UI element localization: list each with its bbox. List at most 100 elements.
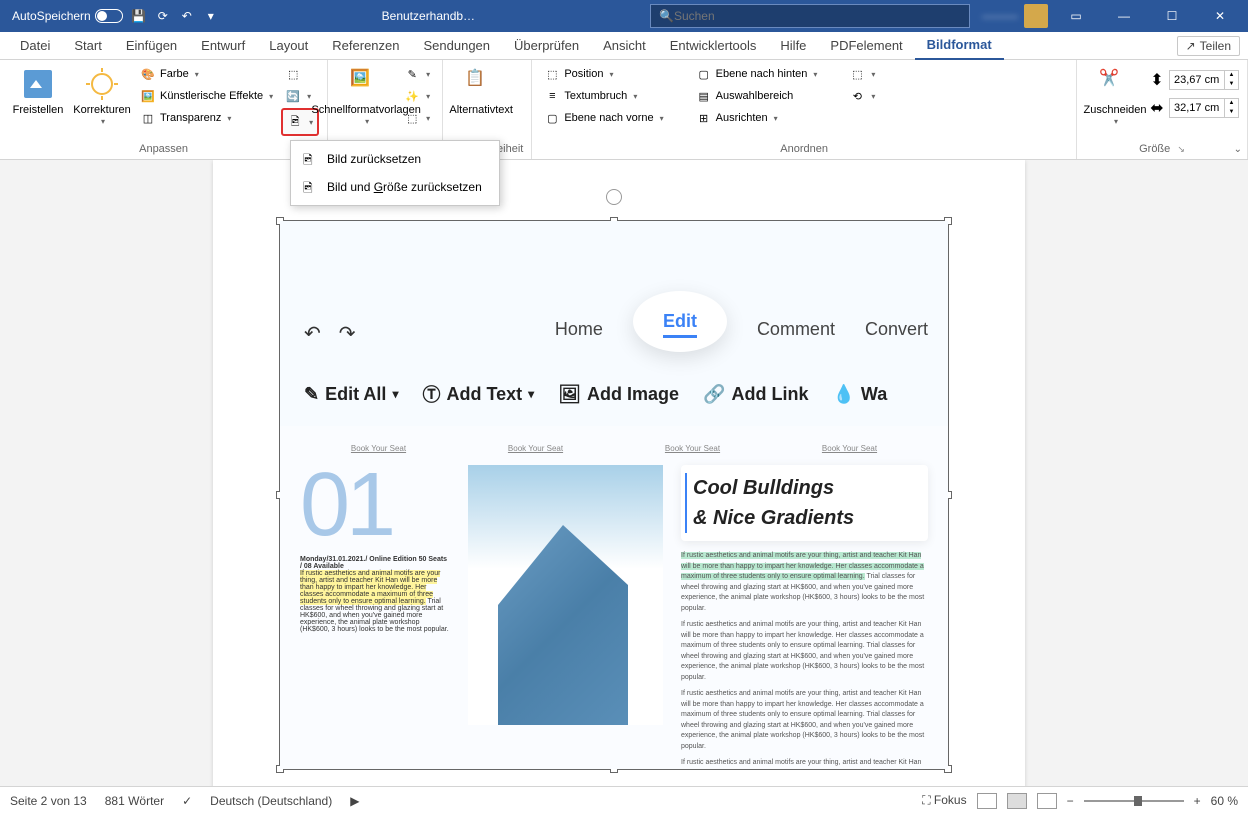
transparenz-button[interactable]: ◫Transparenz [136,108,277,128]
group-groesse-label: Größe [1139,143,1170,155]
save-icon[interactable]: 💾 [131,8,147,24]
reset-picture-icon: 🖻 [287,114,303,130]
height-value: 23,67 cm [1170,74,1224,86]
group-button[interactable]: ⬚ [845,64,879,84]
menu-item2-label: Bild und Größe zurücksetzen [327,180,482,194]
height-down[interactable]: ▼ [1225,80,1238,89]
textumbruch-button[interactable]: ≡Textumbruch [540,86,667,106]
position-label: Position [564,68,603,80]
position-button[interactable]: ⬚ Position [540,64,667,84]
rotate-handle[interactable] [606,189,622,205]
tab-ansicht[interactable]: Ansicht [591,32,658,60]
width-input[interactable]: 32,17 cm▲▼ [1169,98,1239,118]
statusbar: Seite 2 von 13 881 Wörter ✓ Deutsch (Deu… [0,786,1248,814]
ribbon-display-icon[interactable]: ▭ [1056,2,1096,30]
freistellen-button[interactable]: Freistellen [8,64,68,121]
compress-button[interactable]: ⬚ [281,64,319,84]
reset-picture-menu: 🖻 Bild zurücksetzen 🖻 Bild und Größe zur… [290,140,500,206]
zoom-value[interactable]: 60 % [1211,794,1238,808]
tab-referenzen[interactable]: Referenzen [320,32,411,60]
effekte-button[interactable]: 🖼️Künstlerische Effekte [136,86,277,106]
close-icon[interactable]: ✕ [1200,2,1240,30]
height-input[interactable]: 23,67 cm▲▼ [1169,70,1239,90]
picture-border-button[interactable]: ✎ [400,64,434,84]
content-col1: 01 Monday/31.01.2021./ Online Edition 50… [300,465,450,769]
sync-icon[interactable]: ⟳ [155,8,171,24]
view-print-button[interactable] [1007,793,1027,809]
height-up[interactable]: ▲ [1225,71,1238,80]
alttext-icon: 📋 [465,68,497,100]
groesse-launcher[interactable]: ↘ [1173,144,1185,154]
bring-forward-icon: ▢ [544,110,560,126]
search-box[interactable]: 🔍 [650,4,970,28]
tab-bildformat[interactable]: Bildformat [915,32,1004,60]
rotate-icon: ⟲ [849,88,865,104]
ebene-hinten-button[interactable]: ▢Ebene nach hinten [692,64,822,84]
group-icon: ⬚ [849,66,865,82]
page-indicator[interactable]: Seite 2 von 13 [10,794,87,808]
collapse-ribbon-icon[interactable]: ⌄ [1234,144,1242,155]
auswahlbereich-button[interactable]: ▤Auswahlbereich [692,86,822,106]
fokus-button[interactable]: ⛶ Fokus [922,793,966,808]
minimize-icon[interactable]: — [1104,2,1144,30]
ebene-vorne-button[interactable]: ▢Ebene nach vorne [540,108,667,128]
width-up[interactable]: ▲ [1225,99,1238,108]
tab-start[interactable]: Start [62,32,113,60]
tab-entwurf[interactable]: Entwurf [189,32,257,60]
titlebar: AutoSpeichern 💾 ⟳ ↶ ▾ Benutzerhandb… 🔍 —… [0,0,1248,32]
zoom-in-button[interactable]: + [1194,794,1201,808]
change-picture-button[interactable]: 🔄 [281,86,319,106]
ausrichten-button[interactable]: ⊞Ausrichten [692,108,822,128]
farbe-button[interactable]: 🎨Farbe [136,64,277,84]
language-indicator[interactable]: Deutsch (Deutschland) [210,794,332,808]
user-name: ——— [982,9,1018,23]
zoom-slider[interactable] [1084,800,1184,802]
picture-effects-button[interactable]: ✨ [400,86,434,106]
rotate-button[interactable]: ⟲ [845,86,879,106]
zuschneiden-label: Zuschneiden [1084,104,1147,117]
col3-para2: If rustic aesthetics and animal motifs a… [681,620,928,683]
tab-hilfe[interactable]: Hilfe [768,32,818,60]
toggle-switch[interactable] [95,9,123,23]
macro-icon[interactable]: ▶ [350,794,359,808]
undo-icon[interactable]: ↶ [179,8,195,24]
tab-sendungen[interactable]: Sendungen [412,32,503,60]
share-button[interactable]: ↗Teilen [1177,36,1240,56]
tab-pdfelement[interactable]: PDFelement [818,32,914,60]
qat-more-icon[interactable]: ▾ [203,8,219,24]
width-icon: ⬌ [1149,100,1165,116]
position-icon: ⬚ [544,66,560,82]
spellcheck-icon[interactable]: ✓ [182,794,192,808]
width-down[interactable]: ▼ [1225,108,1238,117]
zuschneiden-button[interactable]: ✂️ Zuschneiden [1085,64,1145,130]
group-anpassen: Freistellen Korrekturen 🎨Farbe 🖼️Künstle… [0,60,328,159]
selection-pane-icon: ▤ [696,88,712,104]
menu-bild-zuruecksetzen[interactable]: 🖻 Bild zurücksetzen [291,145,499,173]
user-info[interactable]: ——— [982,4,1048,28]
search-input[interactable] [674,9,961,23]
tab-ueberpruefen[interactable]: Überprüfen [502,32,591,60]
tab-einfuegen[interactable]: Einfügen [114,32,189,60]
autosave-label: AutoSpeichern [12,9,91,23]
freistellen-label: Freistellen [13,104,64,117]
alternativtext-button[interactable]: 📋 Alternativtext [451,64,511,121]
view-web-button[interactable] [1037,793,1057,809]
document-area: ↶ ↷ Home Edit Comment Convert ✎Edit All▾… [0,160,1248,786]
schnellformatvorlagen-button[interactable]: 🖼️ Schnellformatvorlagen [336,64,396,130]
picture-layout-button[interactable]: ⬚ [400,108,434,128]
menu-bild-und-groesse-zuruecksetzen[interactable]: 🖻 Bild und Größe zurücksetzen [291,173,499,201]
view-read-button[interactable] [977,793,997,809]
tab-entwicklertools[interactable]: Entwicklertools [658,32,769,60]
word-count[interactable]: 881 Wörter [105,794,164,808]
korrekturen-button[interactable]: Korrekturen [72,64,132,130]
picture-effects-icon: ✨ [404,88,420,104]
remove-background-icon [22,68,54,100]
tab-layout[interactable]: Layout [257,32,320,60]
zoom-out-button[interactable]: − [1067,794,1074,808]
maximize-icon[interactable]: ☐ [1152,2,1192,30]
autosave-toggle[interactable]: AutoSpeichern [12,9,123,23]
image-selection[interactable]: ↶ ↷ Home Edit Comment Convert ✎Edit All▾… [279,220,949,770]
tab-datei[interactable]: Datei [8,32,62,60]
image-tab-home: Home [555,319,603,380]
menu-item1-label: Bild zurücksetzen [327,152,421,166]
